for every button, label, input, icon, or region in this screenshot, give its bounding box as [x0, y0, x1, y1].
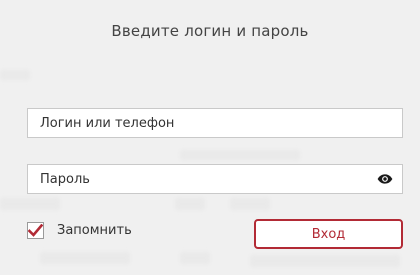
- login-field-container: [27, 108, 403, 138]
- eye-icon[interactable]: [374, 168, 396, 190]
- login-button[interactable]: Вход: [254, 219, 403, 249]
- login-title: Введите логин и пароль: [111, 22, 309, 40]
- password-field-container: [27, 164, 403, 194]
- remember-me[interactable]: Запомнить: [27, 222, 132, 239]
- password-input[interactable]: [28, 165, 374, 193]
- login-screen: Введите логин и пароль Запомнить Вход: [0, 0, 420, 275]
- remember-label: Запомнить: [57, 223, 132, 238]
- checkmark-icon: [28, 224, 43, 237]
- login-input[interactable]: [28, 109, 402, 137]
- remember-checkbox[interactable]: [27, 222, 44, 239]
